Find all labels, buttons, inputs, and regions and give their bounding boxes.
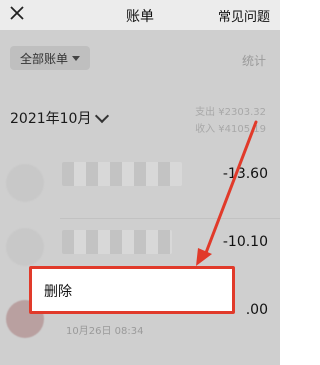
transaction-row[interactable]: -13.60 — [0, 148, 280, 219]
transaction-amount: .00 — [245, 302, 268, 318]
nav-bar: 账单 常见问题 — [0, 0, 280, 30]
all-bills-filter[interactable]: 全部账单 — [10, 46, 90, 70]
context-menu: 删除 — [29, 266, 235, 314]
chevron-down-icon — [95, 108, 110, 124]
avatar — [6, 228, 44, 266]
avatar — [6, 164, 44, 202]
filter-label: 全部账单 — [19, 51, 68, 66]
transaction-amount: -10.10 — [222, 234, 268, 250]
delete-menu-item[interactable]: 删除 — [44, 281, 72, 301]
month-label: 2021年10月 — [10, 111, 92, 127]
expense-summary: 支出 ¥2303.32 — [195, 107, 266, 118]
stats-link[interactable]: 统计 — [242, 52, 266, 69]
month-selector[interactable]: 2021年10月 — [10, 108, 110, 128]
income-summary: 收入 ¥4105.19 — [195, 124, 266, 135]
blurred-merchant — [62, 162, 182, 186]
faq-link[interactable]: 常见问题 — [218, 6, 270, 25]
blurred-merchant — [62, 230, 172, 254]
screen: 账单 常见问题 全部账单 统计 2021年10月 支出 ¥2303.32 收入 … — [0, 0, 280, 365]
caret-down-icon — [72, 55, 80, 61]
transaction-time: 10月26日 08:34 — [66, 326, 144, 337]
transaction-amount: -13.60 — [222, 166, 268, 182]
